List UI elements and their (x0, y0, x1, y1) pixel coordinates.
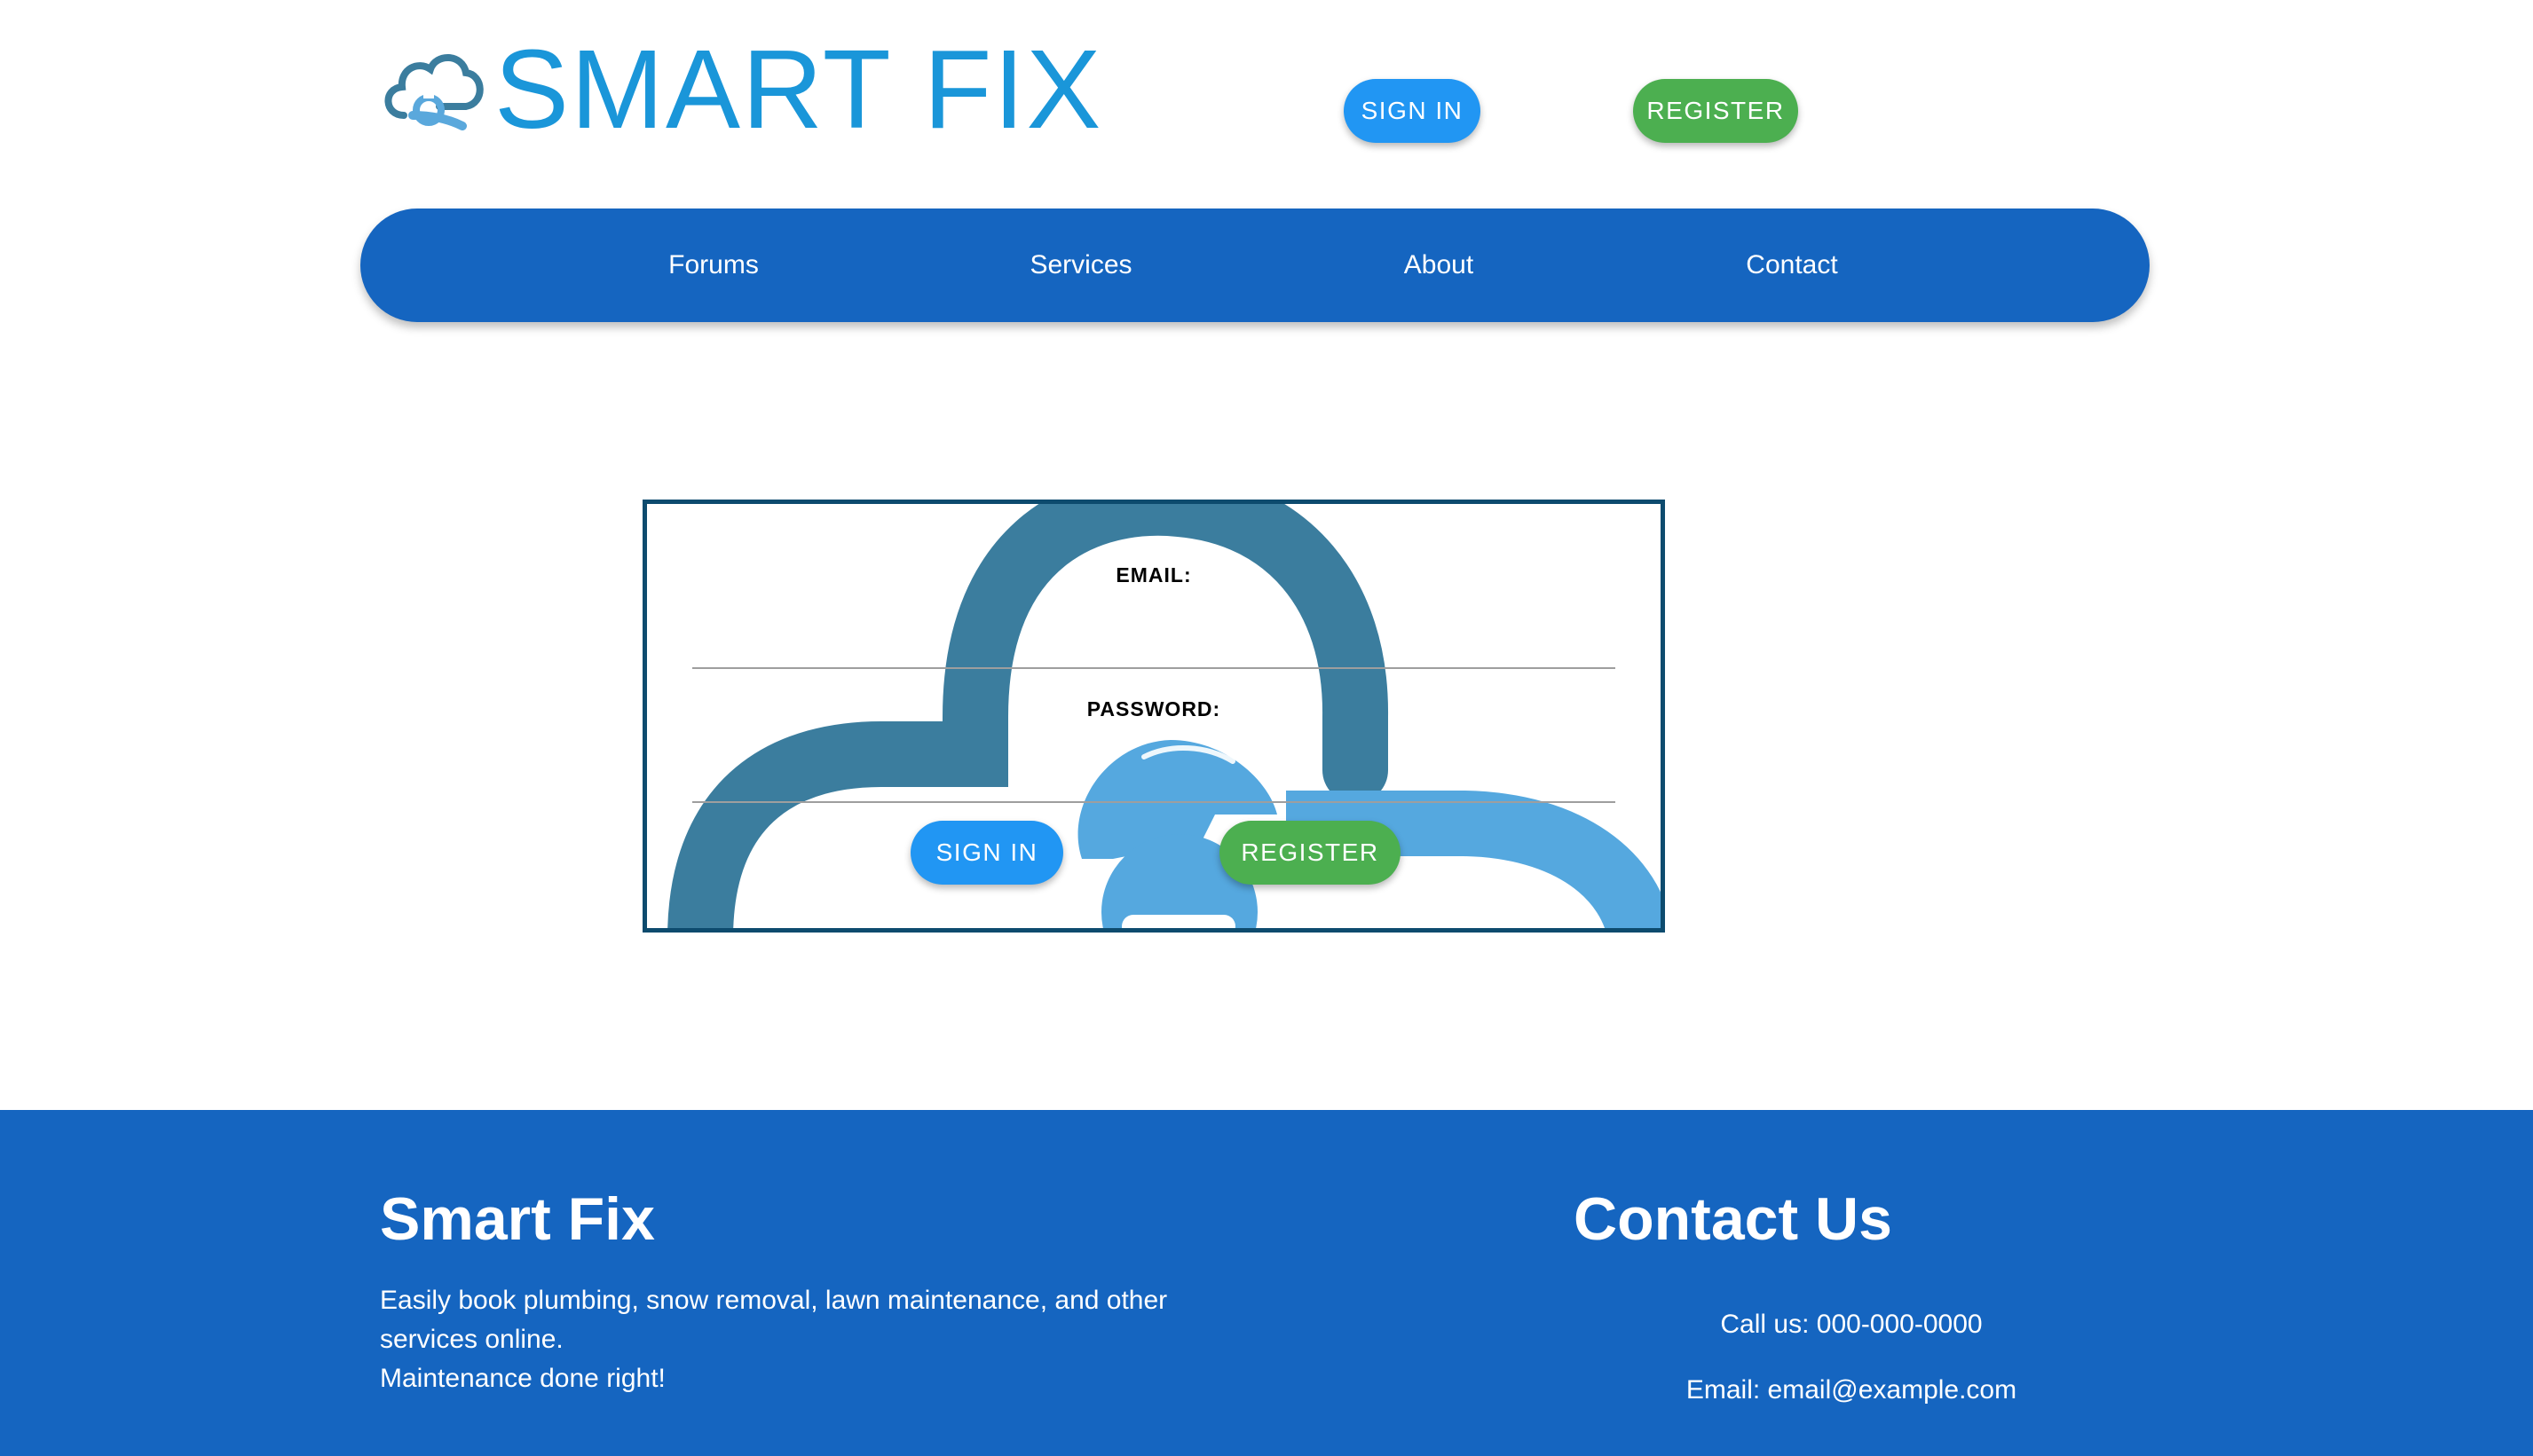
nav-item-forums[interactable]: Forums (668, 209, 759, 322)
footer-phone: Call us: 000-000-0000 (1720, 1310, 1983, 1339)
footer-tagline: Maintenance done right! (380, 1364, 666, 1393)
footer-brand-title: Smart Fix (380, 1185, 655, 1253)
email-label: EMAIL: (1116, 563, 1192, 586)
cloud-wrench-icon (384, 54, 484, 130)
nav-item-contact[interactable]: Contact (1746, 209, 1837, 322)
login-signin-button[interactable]: SIGN IN (911, 821, 1063, 885)
footer-description: Easily book plumbing, snow removal, lawn… (380, 1281, 1232, 1398)
header-signin-button[interactable]: SIGN IN (1344, 79, 1480, 143)
main-nav: Forums Services About Contact (360, 209, 2150, 322)
logo-text: SMART FIX (494, 27, 1103, 152)
email-field[interactable] (692, 616, 1615, 669)
nav-item-about[interactable]: About (1404, 209, 1473, 322)
site-logo[interactable]: SMART FIX (377, 34, 1102, 146)
login-register-button[interactable]: REGISTER (1219, 821, 1401, 885)
nav-item-services[interactable]: Services (1030, 209, 1132, 322)
login-card: EMAIL: PASSWORD: SIGN IN REGISTER (643, 500, 1665, 933)
footer-description-line: Easily book plumbing, snow removal, lawn… (380, 1286, 1168, 1354)
header-register-button[interactable]: REGISTER (1633, 79, 1798, 143)
footer-contact-title: Contact Us (1574, 1185, 1892, 1253)
password-label: PASSWORD: (1086, 697, 1221, 720)
password-field[interactable] (692, 750, 1615, 803)
footer-email: Email: email@example.com (1685, 1375, 2017, 1405)
site-footer: Smart Fix Easily book plumbing, snow rem… (0, 1110, 2533, 1456)
